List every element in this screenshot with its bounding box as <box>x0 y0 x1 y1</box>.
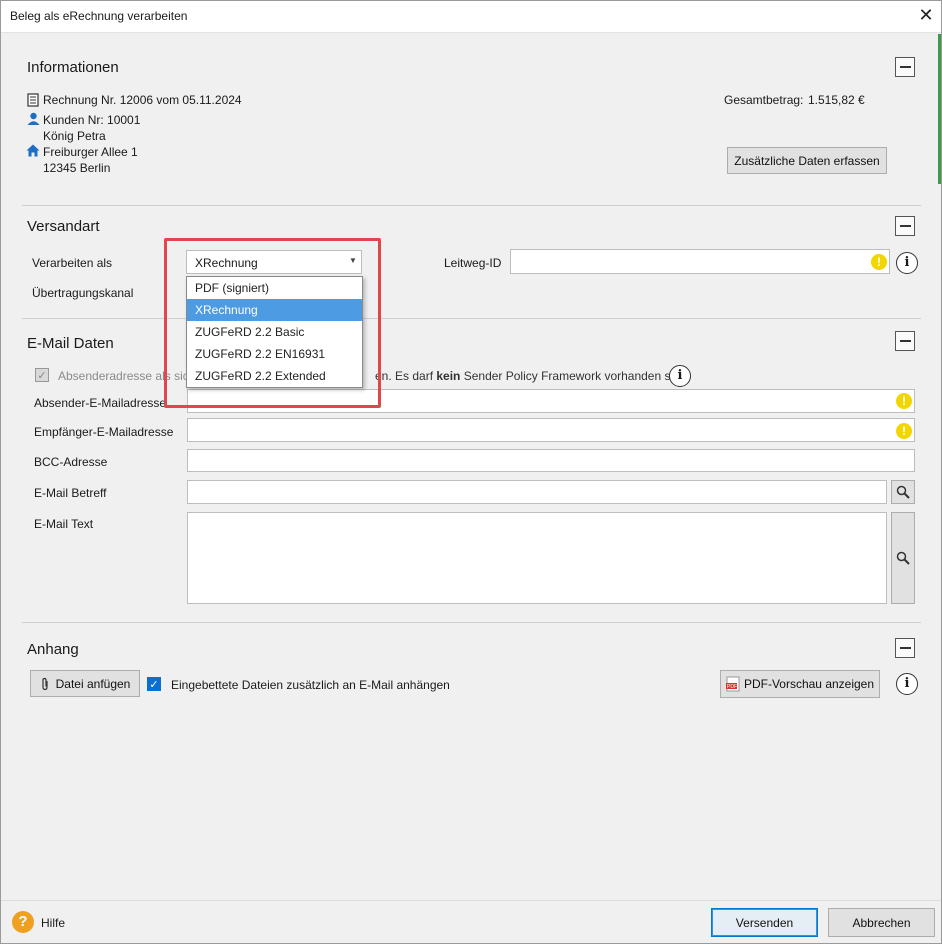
process-as-select[interactable]: XRechnung ▼ <box>186 250 362 274</box>
home-icon <box>26 144 40 157</box>
embedded-files-label: Eingebettete Dateien zusätzlich an E-Mai… <box>171 678 450 692</box>
cancel-button[interactable]: Abbrechen <box>828 908 935 937</box>
section-title-info: Informationen <box>27 59 119 76</box>
document-icon <box>27 93 39 107</box>
customer-number: Kunden Nr: 10001 <box>43 113 141 127</box>
dropdown-option[interactable]: ZUGFeRD 2.2 EN16931 <box>187 343 362 365</box>
attach-file-button[interactable]: Datei anfügen <box>30 670 140 697</box>
email-text-area[interactable] <box>187 512 887 604</box>
embedded-files-checkbox[interactable]: ✓ <box>147 677 161 691</box>
leitweg-input[interactable] <box>510 249 890 274</box>
title-bar: Beleg als eRechnung verarbeiten ✕ <box>0 0 942 33</box>
process-as-value: XRechnung <box>195 256 258 270</box>
city: 12345 Berlin <box>43 161 111 175</box>
pdf-preview-button[interactable]: PDF PDF-Vorschau anzeigen <box>720 670 880 698</box>
sender-check-text-bold: kein <box>436 369 461 383</box>
pdf-icon: PDF <box>725 676 740 692</box>
sender-check-text-a: en. Es darf <box>375 369 437 383</box>
separator <box>22 318 921 319</box>
chevron-down-icon: ▼ <box>349 256 357 265</box>
leitweg-label: Leitweg-ID <box>444 256 502 270</box>
total-value: 1.515,82 € <box>808 93 865 107</box>
window-border <box>0 0 942 944</box>
recipient-email-label: Empfänger-E-Mailadresse <box>34 425 174 439</box>
window-accent <box>938 34 941 184</box>
bcc-label: BCC-Adresse <box>34 455 108 469</box>
paperclip-icon <box>42 677 48 690</box>
info-icon[interactable]: i <box>896 252 918 274</box>
sender-check-text-end: en. Es darf kein Sender Policy Framework… <box>375 369 690 383</box>
person-icon <box>27 112 40 125</box>
separator <box>0 900 942 901</box>
subject-input[interactable] <box>187 480 887 504</box>
sender-email-input[interactable] <box>187 389 915 413</box>
separator <box>22 622 921 623</box>
sender-email-label: Absender-E-Mailadresse <box>34 396 167 410</box>
dropdown-option[interactable]: ZUGFeRD 2.2 Basic <box>187 321 362 343</box>
info-icon[interactable]: i <box>896 673 918 695</box>
sender-check-text-start: Absenderadresse als sich <box>58 369 196 383</box>
warning-icon: ! <box>896 393 912 409</box>
send-button[interactable]: Versenden <box>711 908 818 937</box>
close-icon[interactable]: ✕ <box>915 4 937 26</box>
dropdown-option[interactable]: ZUGFeRD 2.2 Extended <box>187 365 362 387</box>
window-title: Beleg als eRechnung verarbeiten <box>10 9 188 23</box>
bcc-input[interactable] <box>187 449 915 472</box>
dropdown-option-selected[interactable]: XRechnung <box>187 299 362 321</box>
section-title-shipping: Versandart <box>27 218 100 235</box>
warning-icon: ! <box>871 254 887 270</box>
subject-search-button[interactable] <box>891 480 915 504</box>
info-icon[interactable]: i <box>669 365 691 387</box>
attach-file-label: Datei anfügen <box>55 676 131 691</box>
help-link[interactable]: Hilfe <box>41 916 65 930</box>
collapse-shipping-button[interactable] <box>895 216 915 236</box>
collapse-attachment-button[interactable] <box>895 638 915 658</box>
pdf-preview-label: PDF-Vorschau anzeigen <box>743 677 875 691</box>
warning-icon: ! <box>896 423 912 439</box>
question-icon[interactable]: ? <box>12 911 34 933</box>
additional-data-button[interactable]: Zusätzliche Daten erfassen <box>727 147 887 174</box>
subject-label: E-Mail Betreff <box>34 486 107 500</box>
transfer-channel-label: Übertragungskanal <box>32 286 134 300</box>
sender-address-checkbox[interactable]: ✓ <box>35 368 49 382</box>
street: Freiburger Allee 1 <box>43 145 138 159</box>
dropdown-option[interactable]: PDF (signiert) <box>187 277 362 299</box>
sender-check-text-b: Sender Policy Framework vorhanden sein. <box>460 369 690 383</box>
separator <box>22 205 921 206</box>
total-label: Gesamtbetrag: <box>724 93 804 107</box>
invoice-number: Rechnung Nr. 12006 vom 05.11.2024 <box>43 93 242 107</box>
section-title-email: E-Mail Daten <box>27 335 114 352</box>
process-as-dropdown-list: PDF (signiert) XRechnung ZUGFeRD 2.2 Bas… <box>186 276 363 388</box>
customer-name: König Petra <box>43 129 106 143</box>
section-title-attachment: Anhang <box>27 641 79 658</box>
collapse-info-button[interactable] <box>895 57 915 77</box>
process-as-label: Verarbeiten als <box>32 256 113 270</box>
magnifier-icon <box>896 485 910 499</box>
magnifier-icon <box>896 551 910 565</box>
email-text-label: E-Mail Text <box>34 517 94 531</box>
svg-text:PDF: PDF <box>727 684 737 690</box>
recipient-email-input[interactable] <box>187 418 915 442</box>
email-text-search-button[interactable] <box>891 512 915 604</box>
collapse-email-button[interactable] <box>895 331 915 351</box>
